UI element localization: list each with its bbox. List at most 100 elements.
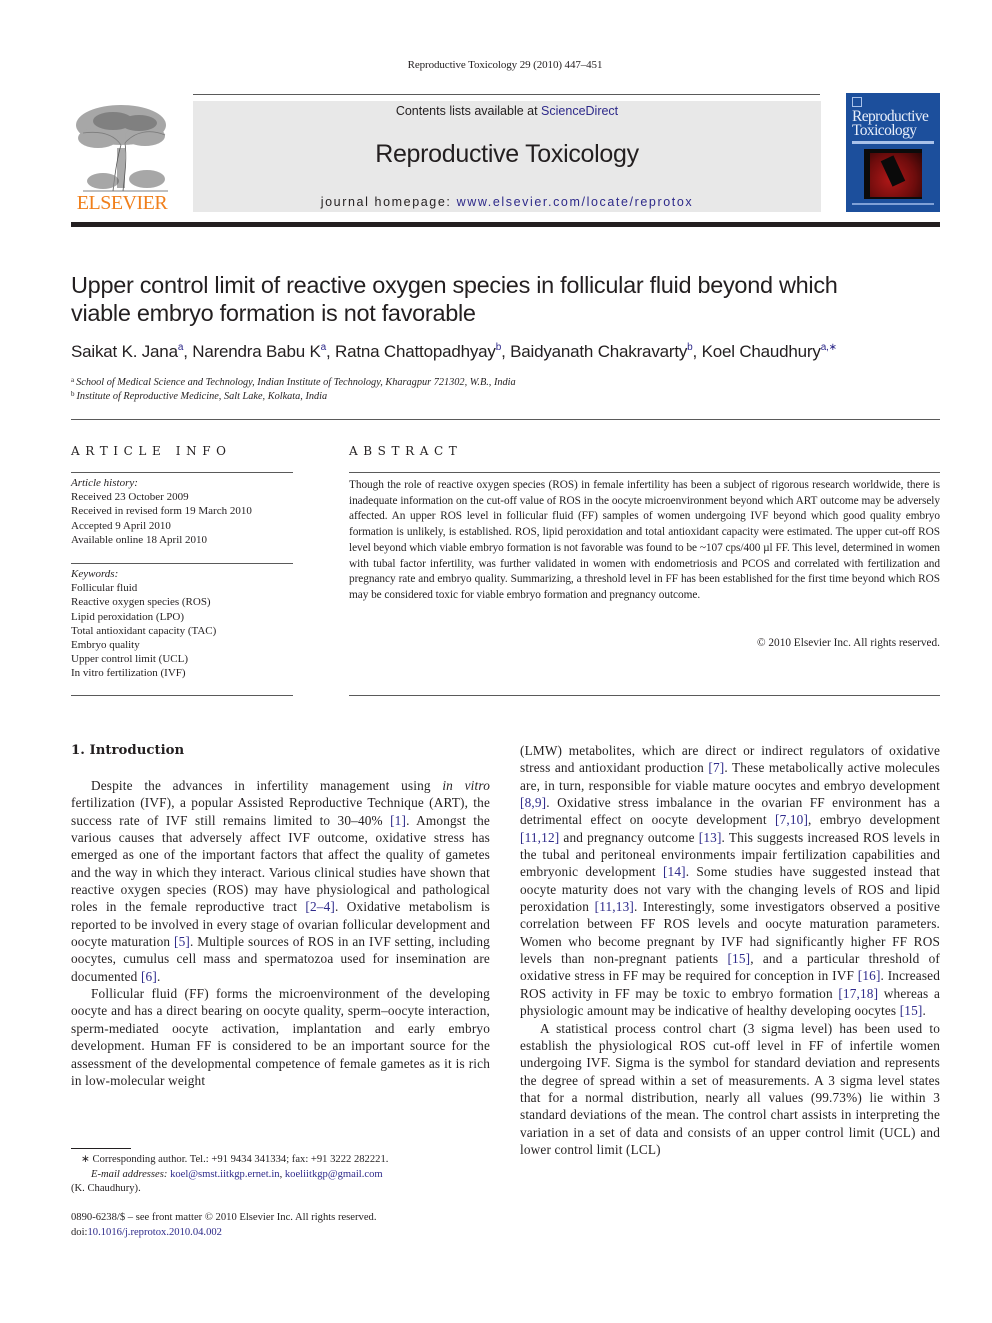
author[interactable]: Narendra Babu K (192, 342, 321, 361)
article-title-line2: viable embryo formation is not favorable (71, 300, 476, 326)
article-history-label: Article history: (71, 477, 138, 489)
affiliation-a: a School of Medical Science and Technolog… (71, 376, 516, 388)
citation-link[interactable]: [8,9] (520, 795, 546, 810)
email-link[interactable]: koeliitkgp@gmail.com (285, 1169, 383, 1180)
section-heading-introduction: 1. Introduction (71, 743, 185, 758)
citation-link[interactable]: [1] (390, 813, 406, 828)
abstract-heading: ABSTRACT (349, 444, 463, 458)
author[interactable]: Saikat K. Jana (71, 342, 178, 361)
history-item: Accepted 9 April 2010 (71, 519, 171, 532)
citation-link[interactable]: [5] (174, 934, 190, 949)
intro-paragraph-3: A statistical process control chart (3 s… (520, 1020, 940, 1157)
article-title-line1: Upper control limit of reactive oxygen s… (71, 272, 838, 298)
citation-link[interactable]: [17,18] (838, 986, 878, 1001)
intro-paragraph-2: Follicular fluid (FF) forms the microenv… (71, 985, 490, 1089)
history-item: Received in revised form 19 March 2010 (71, 505, 252, 518)
affiliation-marker: b (71, 390, 75, 398)
email-link[interactable]: koel@smst.iitkgp.ernet.in (170, 1169, 280, 1180)
cover-title-line2: Toxicology (852, 122, 917, 139)
article-title: Upper control limit of reactive oxygen s… (71, 271, 951, 327)
email-owner: (K. Chaudhury). (71, 1183, 141, 1194)
citation-link[interactable]: [6] (141, 969, 157, 984)
author-affiliation-marker[interactable]: b (496, 342, 502, 353)
running-header: Reproductive Toxicology 29 (2010) 447–45… (407, 59, 603, 71)
tree-icon (76, 105, 168, 192)
abstract-rule (349, 472, 940, 473)
citation-link[interactable]: [15] (900, 1003, 923, 1018)
citation-link[interactable]: [11,12] (520, 830, 559, 845)
citation-link[interactable]: [11,13] (595, 899, 634, 914)
citation-link[interactable]: [2–4] (305, 899, 335, 914)
abstract-bottom-rule (349, 695, 940, 696)
keyword-item: Lipid peroxidation (LPO) (71, 610, 185, 623)
article-history: Article history: Received 23 October 200… (71, 476, 293, 547)
elsevier-logo[interactable]: ELSEVIER (71, 103, 173, 215)
keywords-label: Keywords: (71, 568, 119, 580)
journal-title: Reproductive Toxicology (375, 140, 639, 168)
footnote-marker: ∗ (81, 1154, 90, 1165)
section-divider (71, 419, 940, 420)
author[interactable]: Baidyanath Chakravarty (510, 342, 687, 361)
journal-cover-thumbnail[interactable]: Reproductive Toxicology (846, 93, 940, 212)
issn-doi-footer: 0890-6238/$ – see front matter © 2010 El… (71, 1211, 501, 1240)
keyword-item: Embryo quality (71, 639, 140, 652)
keyword-item: Reactive oxygen species (ROS) (71, 596, 211, 609)
cover-footer-bar (852, 203, 934, 205)
body-column-right: (LMW) metabolites, which are direct or i… (520, 742, 940, 1158)
history-item: Available online 18 April 2010 (71, 533, 208, 546)
affiliation-text: Institute of Reproductive Medicine, Salt… (76, 391, 328, 402)
sciencedirect-link[interactable]: ScienceDirect (541, 104, 618, 118)
author-affiliation-marker[interactable]: a (178, 342, 184, 353)
journal-banner: Contents lists available at ScienceDirec… (193, 101, 821, 212)
homepage-prefix: journal homepage: (320, 195, 457, 209)
author-affiliation-marker[interactable]: a (321, 342, 327, 353)
corresponding-author-text: Corresponding author. Tel.: +91 9434 341… (92, 1154, 389, 1165)
email-label: E-mail addresses: (91, 1168, 168, 1180)
affiliation-b: b Institute of Reproductive Medicine, Sal… (71, 390, 327, 402)
intro-paragraph-1: Despite the advances in infertility mana… (71, 777, 490, 985)
keyword-item: Follicular fluid (71, 582, 138, 595)
keyword-item: Upper control limit (UCL) (71, 653, 189, 666)
header-rule (193, 94, 820, 95)
author-affiliation-marker[interactable]: b (687, 342, 693, 353)
author[interactable]: Ratna Chattopadhyay (335, 342, 496, 361)
citation-link[interactable]: [14] (663, 864, 686, 879)
citation-link[interactable]: [7,10] (775, 812, 808, 827)
author-list: Saikat K. Janaa, Narendra Babu Ka, Ratna… (71, 342, 837, 361)
keyword-item: Total antioxidant capacity (TAC) (71, 624, 217, 637)
author[interactable]: Koel Chaudhury (702, 342, 821, 361)
body-column-left: Despite the advances in infertility mana… (71, 777, 490, 1089)
body-text: Follicular fluid (FF) forms the microenv… (71, 986, 490, 1088)
doi-link[interactable]: 10.1016/j.reprotox.2010.04.002 (87, 1227, 221, 1238)
homepage-link[interactable]: www.elsevier.com/locate/reprotox (457, 195, 694, 209)
abstract-copyright: © 2010 Elsevier Inc. All rights reserved… (756, 637, 940, 649)
citation-link[interactable]: [15] (727, 951, 750, 966)
footnote-rule (71, 1148, 131, 1149)
abstract-text: Though the role of reactive oxygen speci… (349, 479, 940, 601)
article-info-rule (71, 472, 293, 473)
citation-link[interactable]: [7] (708, 760, 724, 775)
elsevier-wordmark: ELSEVIER (76, 192, 168, 214)
corresponding-author-footnote: ∗ Corresponding author. Tel.: +91 9434 3… (71, 1153, 501, 1197)
cover-title: Reproductive Toxicology (852, 109, 929, 139)
header-thick-rule (71, 222, 940, 227)
article-info-bottom-rule (71, 695, 293, 696)
body-text: and pregnancy outcome (559, 829, 699, 845)
author-affiliation-marker[interactable]: a,∗ (821, 342, 837, 353)
history-item: Received 23 October 2009 (71, 491, 189, 504)
cover-micrograph-image (864, 149, 922, 199)
cover-emblem-icon (852, 97, 862, 107)
contents-line: Contents lists available at ScienceDirec… (193, 104, 821, 118)
keywords-rule (71, 563, 293, 564)
body-text: . (156, 968, 161, 984)
keywords-list: Keywords: Follicular fluid Reactive oxyg… (71, 567, 293, 681)
intro-paragraph-2-continued: (LMW) metabolites, which are direct or i… (520, 742, 940, 1020)
italic-text: in vitro (442, 778, 490, 793)
affiliation-marker: a (71, 376, 75, 384)
article-info-heading: ARTICLE INFO (71, 444, 232, 458)
citation-link[interactable]: [16] (858, 968, 881, 983)
keyword-item: In vitro fertilization (IVF) (71, 667, 186, 680)
contents-prefix: Contents lists available at (395, 104, 542, 118)
body-text: , embryo development (808, 812, 940, 828)
citation-link[interactable]: [13] (699, 830, 722, 845)
